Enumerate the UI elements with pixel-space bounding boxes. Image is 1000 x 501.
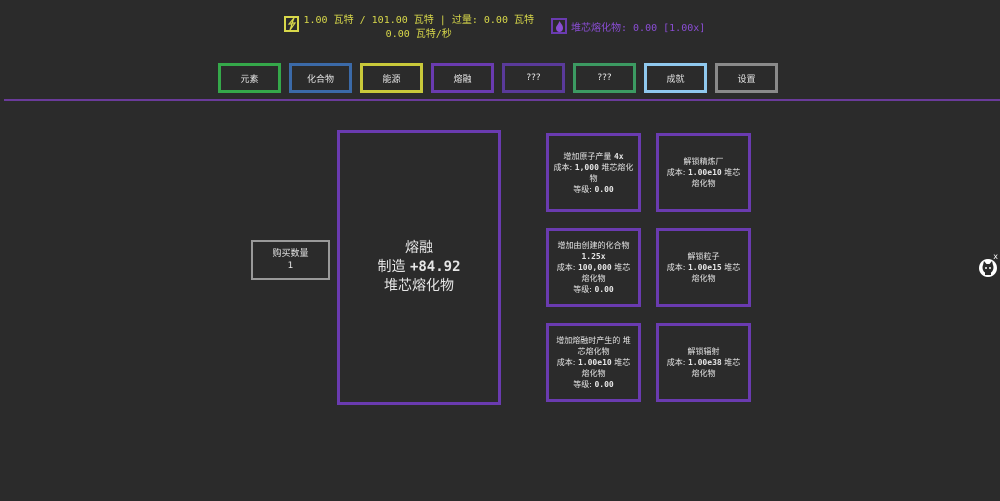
upgrade-level: 0.00 — [594, 380, 614, 389]
upgrade-multiplier: 4x — [613, 151, 624, 161]
upgrade-title: 解锁辐射 — [687, 347, 720, 356]
tab-locked-1[interactable]: ??? — [502, 63, 565, 93]
tab-locked-2[interactable]: ??? — [573, 63, 636, 93]
upgrade-cost: 100,000 — [577, 263, 612, 272]
upgrade-level: 0.00 — [594, 285, 614, 294]
upgrade-compound-creation[interactable]: 增加由创建的化合物 1.25x 成本: 100,000 堆芯熔化物 等级: 0.… — [546, 228, 641, 307]
fusion-production: 制造 +84.92 — [377, 259, 461, 275]
fusion-button[interactable]: 熔融 制造 +84.92 堆芯熔化物 — [337, 130, 501, 405]
flame-icon — [551, 18, 567, 34]
tab-energy[interactable]: 能源 — [360, 63, 423, 93]
tab-settings[interactable]: 设置 — [715, 63, 778, 93]
lightning-icon — [284, 16, 300, 32]
upgrade-cost: 1,000 — [574, 162, 599, 172]
unlock-particles[interactable]: 解锁粒子 成本: 1.00e15 堆芯熔化物 — [656, 228, 751, 307]
unlock-radiation[interactable]: 解锁辐射 成本: 1.00e38 堆芯熔化物 — [656, 323, 751, 402]
tab-elements[interactable]: 元素 — [218, 63, 281, 93]
upgrade-title: 增加熔融时产生的 堆芯熔化物 — [556, 336, 631, 356]
tab-compounds[interactable]: 化合物 — [289, 63, 352, 93]
main-nav: 元素 化合物 能源 熔融 ??? ??? 成就 设置 — [218, 63, 778, 93]
fusion-title: 熔融 — [405, 240, 433, 256]
core-melt-status: 堆芯熔化物: 0.00 [1.00x] — [551, 18, 705, 34]
buy-quantity-label: 购买数量 — [272, 249, 309, 259]
energy-status: 1.00 瓦特 / 101.00 瓦特 | 过量: 0.00 瓦特 0.00 瓦… — [284, 14, 534, 42]
unlock-refinery[interactable]: 解锁精炼厂 成本: 1.00e10 堆芯熔化物 — [656, 133, 751, 212]
upgrade-title: 增加由创建的化合物 — [557, 241, 630, 250]
github-cat-icon[interactable] — [978, 258, 998, 278]
buy-quantity-value: 1 — [287, 261, 294, 271]
header-divider — [4, 99, 1000, 101]
upgrade-cost: 1.00e10 — [577, 358, 612, 367]
core-melt-text: 堆芯熔化物: 0.00 [1.00x] — [571, 22, 706, 34]
upgrade-title: 增加原子产量 — [563, 151, 612, 161]
upgrade-atom-production[interactable]: 增加原子产量 4x 成本: 1,000 堆芯熔化物 等级: 0.00 — [546, 133, 641, 212]
upgrade-level: 0.00 — [594, 184, 614, 194]
upgrade-title: 解锁粒子 — [687, 252, 720, 261]
upgrade-cost: 1.00e15 — [687, 263, 722, 272]
upgrade-multiplier: 1.25x — [581, 252, 606, 261]
fusion-resource: 堆芯熔化物 — [384, 278, 454, 294]
energy-rate: 0.00 瓦特/秒 — [385, 29, 452, 40]
energy-line-1: 1.00 瓦特 / 101.00 瓦特 | 过量: 0.00 瓦特 — [303, 15, 534, 26]
upgrade-cost: 1.00e38 — [687, 358, 722, 367]
tab-achievements[interactable]: 成就 — [644, 63, 707, 93]
upgrade-fusion-melt[interactable]: 增加熔融时产生的 堆芯熔化物 成本: 1.00e10 堆芯熔化物 等级: 0.0… — [546, 323, 641, 402]
upgrade-title: 解锁精炼厂 — [683, 157, 724, 166]
buy-quantity-button[interactable]: 购买数量 1 — [251, 240, 330, 280]
tab-fusion[interactable]: 熔融 — [431, 63, 494, 93]
upgrade-cost: 1.00e10 — [687, 168, 722, 177]
fusion-amount: +84.92 — [409, 259, 461, 275]
